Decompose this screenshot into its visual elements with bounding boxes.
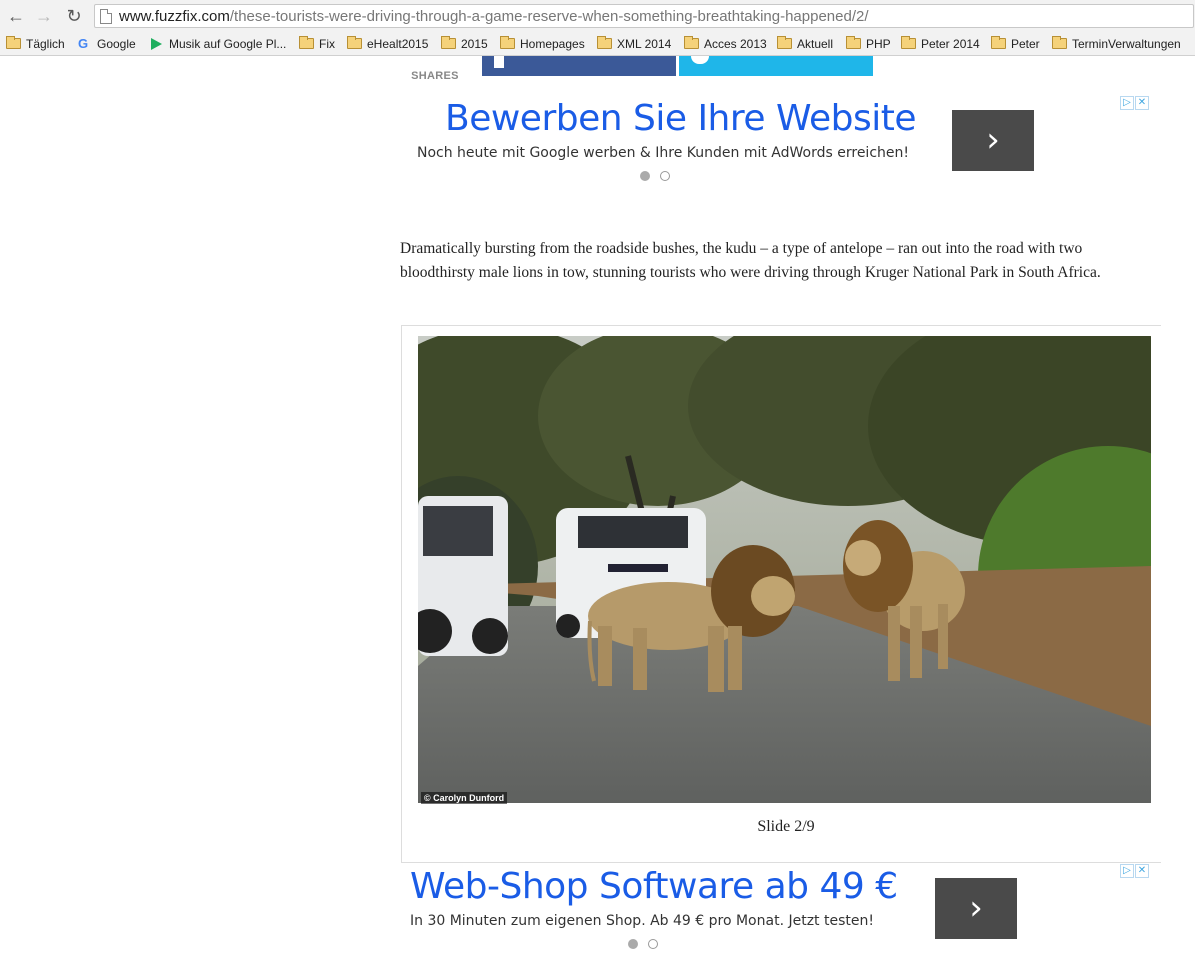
folder-icon [597, 36, 612, 49]
adchoices-badge[interactable]: ▷ ✕ [1120, 96, 1150, 110]
pager-dot-active[interactable] [628, 939, 638, 949]
bookmark-label: Peter [1011, 37, 1040, 51]
facebook-share-button[interactable] [482, 56, 676, 76]
facebook-icon [494, 56, 504, 68]
folder-icon [1052, 36, 1067, 49]
url-path: /these-tourists-were-driving-through-a-g… [229, 8, 869, 25]
page-icon [100, 9, 112, 24]
bookmark-label: Täglich [26, 37, 65, 51]
close-ad-icon[interactable]: ✕ [1135, 96, 1149, 110]
folder-icon [901, 36, 916, 49]
folder-icon [846, 36, 861, 49]
folder-icon [684, 36, 699, 49]
bookmark-terminverwaltungen[interactable]: TerminVerwaltungen [1052, 35, 1181, 53]
bookmark-fix[interactable]: Fix [299, 35, 335, 53]
forward-arrow-icon[interactable]: → [32, 4, 56, 28]
ad-bottom-arrow-button[interactable]: › [935, 878, 1017, 939]
ad-bottom-text[interactable]: In 30 Minuten zum eigenen Shop. Ab 49 € … [410, 913, 874, 929]
bookmark-label: Musik auf Google Pl... [169, 37, 287, 51]
twitter-icon [691, 56, 709, 64]
chevron-right-icon: › [986, 120, 1000, 160]
pager-dot[interactable] [648, 939, 658, 949]
bookmark-php[interactable]: PHP [846, 35, 891, 53]
ad-bottom-title[interactable]: Web-Shop Software ab 49 € [410, 866, 898, 907]
bookmark-label: XML 2014 [617, 37, 672, 51]
bookmark-musik[interactable]: Musik auf Google Pl... [149, 35, 286, 53]
browser-toolbar: ← → ↻ www.fuzzfix.com/these-tourists-wer… [0, 0, 1195, 32]
url-host: www.fuzzfix.com [119, 8, 230, 25]
bookmark-google[interactable]: G Google [77, 35, 136, 53]
folder-icon [441, 36, 456, 49]
share-label: SHARES [411, 70, 459, 82]
twitter-share-button[interactable] [679, 56, 873, 76]
ad-top-title[interactable]: Bewerben Sie Ihre Website [445, 98, 917, 139]
bookmark-label: Peter 2014 [921, 37, 980, 51]
ad-top-arrow-button[interactable]: › [952, 110, 1034, 171]
bookmark-xml2014[interactable]: XML 2014 [597, 35, 671, 53]
folder-icon [500, 36, 515, 49]
pager-dot-active[interactable] [640, 171, 650, 181]
bookmark-label: Google [97, 37, 136, 51]
adchoices-badge[interactable]: ▷ ✕ [1120, 864, 1150, 878]
bookmark-label: Homepages [520, 37, 585, 51]
slide-photo-lions[interactable] [418, 336, 1151, 803]
address-bar[interactable]: www.fuzzfix.com/these-tourists-were-driv… [94, 4, 1194, 28]
adchoices-icon[interactable]: ▷ [1120, 96, 1134, 110]
bookmark-ehealt2015[interactable]: eHealt2015 [347, 35, 428, 53]
pager-dot[interactable] [660, 171, 670, 181]
folder-icon [991, 36, 1006, 49]
folder-icon [347, 36, 362, 49]
bookmark-peter[interactable]: Peter [991, 35, 1040, 53]
bookmark-label: Aktuell [797, 37, 834, 51]
google-icon: G [78, 36, 89, 51]
folder-icon [6, 36, 21, 49]
bookmark-homepages[interactable]: Homepages [500, 35, 585, 53]
adchoices-icon[interactable]: ▷ [1120, 864, 1134, 878]
bookmark-label: 2015 [461, 37, 488, 51]
close-ad-icon[interactable]: ✕ [1135, 864, 1149, 878]
bookmark-label: eHealt2015 [367, 37, 429, 51]
share-counter: SHARES [404, 56, 466, 82]
bookmark-peter2014[interactable]: Peter 2014 [901, 35, 980, 53]
bookmark-label: Fix [319, 37, 335, 51]
bookmark-taeglich[interactable]: Täglich [6, 35, 65, 53]
bookmark-label: PHP [866, 37, 891, 51]
ad-top-text[interactable]: Noch heute mit Google werben & Ihre Kund… [417, 145, 909, 161]
bookmark-aktuell[interactable]: Aktuell [777, 35, 833, 53]
bookmark-label: TerminVerwaltungen [1072, 37, 1181, 51]
slide-counter: Slide 2/9 [757, 818, 815, 835]
reload-icon[interactable]: ↻ [62, 4, 86, 28]
bookmark-acces2013[interactable]: Acces 2013 [684, 35, 767, 53]
photo-credit: © Carolyn Dunford [421, 792, 508, 804]
google-play-icon [151, 38, 162, 50]
folder-icon [299, 36, 314, 49]
bookmark-label: Acces 2013 [704, 37, 767, 51]
folder-icon [777, 36, 792, 49]
bookmark-2015[interactable]: 2015 [441, 35, 488, 53]
chevron-right-icon: › [969, 888, 983, 928]
bookmarks-bar: Täglich G Google Musik auf Google Pl... F… [0, 32, 1195, 56]
article-paragraph: Dramatically bursting from the roadside … [400, 240, 1101, 281]
url-text[interactable]: www.fuzzfix.com/these-tourists-were-driv… [119, 8, 869, 25]
share-count-cropped [404, 56, 466, 68]
back-arrow-icon[interactable]: ← [4, 4, 28, 28]
